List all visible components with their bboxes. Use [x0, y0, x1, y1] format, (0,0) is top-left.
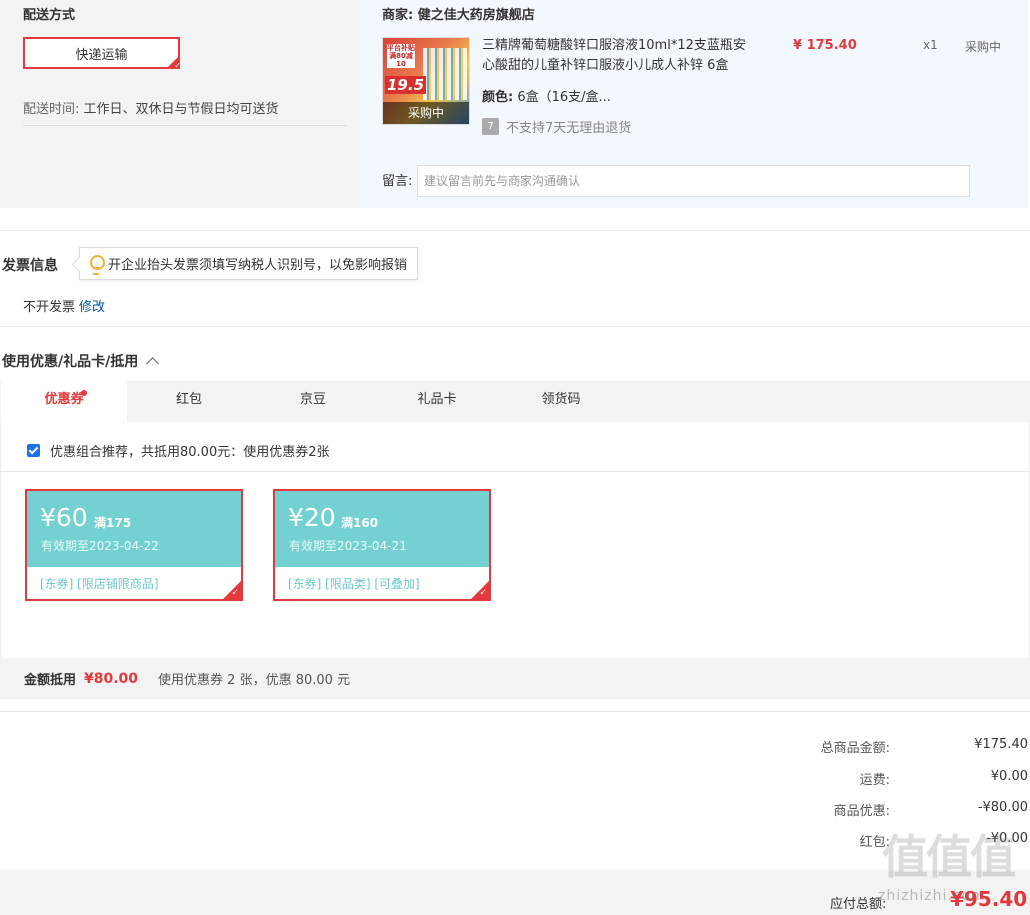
summary-row-discount: 商品优惠: -¥80.00: [700, 800, 1028, 820]
summary-label: 商品优惠:: [833, 804, 890, 819]
product-price: ¥ 175.40: [793, 38, 857, 53]
coupon-amount: ¥20: [288, 503, 336, 532]
product-image-price: 19.5: [385, 76, 427, 94]
shipping-section-label: 配送方式: [23, 8, 76, 23]
tab-pickup-code[interactable]: 领货码: [499, 381, 623, 422]
store-header: 商家: 健之佳大药房旗舰店: [382, 4, 535, 23]
recommend-combo-option[interactable]: 优惠组合推荐，共抵用80.00元：使用优惠券2张: [27, 441, 330, 460]
coupon-amount: ¥60: [40, 503, 88, 532]
coupon-card-header: ¥60 满175 有效期至2023-04-22: [27, 491, 241, 567]
summary-label: 总商品金额:: [820, 741, 890, 756]
shipping-time-value: 工作日、双休日与节假日均可送货: [83, 102, 279, 117]
invoice-value: 不开发票: [23, 300, 76, 315]
invoice-tip: 开企业抬头发票须填写纳税人识别号，以免影响报销: [79, 247, 418, 280]
summary-value: -¥80.00: [977, 800, 1028, 815]
store-name: 健之佳大药房旗舰店: [417, 8, 535, 23]
summary-value: ¥0.00: [990, 769, 1028, 784]
summary-row-goods: 总商品金额: ¥175.40: [700, 737, 1028, 757]
message-input[interactable]: [417, 165, 970, 197]
no-return-notice: 7 不支持7天无理由退货: [482, 117, 631, 136]
express-shipping-label: 快递运输: [75, 47, 128, 63]
discount-description: 使用优惠券 2 张，优惠 80.00 元: [158, 673, 351, 688]
product-image[interactable]: 平台补贴 满80减10 19.5 采购中: [382, 37, 470, 125]
tab-red-packet[interactable]: 红包: [127, 381, 251, 422]
summary-value: ¥175.40: [974, 737, 1028, 752]
check-icon: ✓: [231, 588, 239, 598]
total-value: ¥95.40: [950, 887, 1028, 911]
discount-summary-bar: 金额抵用 ¥80.00 使用优惠券 2 张，优惠 80.00 元: [0, 658, 1030, 699]
total-bar: 应付总额: ¥95.40: [0, 870, 1030, 915]
product-quantity: x1: [923, 38, 938, 52]
product-color-value: 6盒（16支/盒...: [517, 90, 611, 105]
coupon-section-title: 使用优惠/礼品卡/抵用: [2, 354, 139, 370]
divider: [0, 230, 1030, 231]
product-image-boxes: [423, 48, 467, 100]
tab-coupons[interactable]: 优惠券: [1, 381, 127, 422]
selected-check-icon: [166, 55, 181, 70]
divider: [23, 125, 347, 126]
discount-label: 金额抵用: [24, 673, 77, 688]
product-status: 采购中: [965, 40, 1002, 54]
summary-value: -¥0.00: [986, 831, 1028, 846]
coupon-validity: 有效期至2023-04-21: [289, 539, 407, 553]
coupon-tags: [东券] [限品类] [可叠加]: [288, 577, 420, 591]
invoice-tip-text: 开企业抬头发票须填写纳税人识别号，以免影响报销: [108, 258, 408, 273]
tab-gift-card[interactable]: 礼品卡: [375, 381, 499, 422]
product-color-label: 颜色:: [482, 90, 514, 105]
lightbulb-icon: [89, 255, 105, 275]
summary-label: 运费:: [859, 773, 890, 788]
shipping-time-label: 配送时间:: [23, 102, 80, 117]
invoice-title: 发票信息: [2, 258, 58, 274]
order-top-section: 配送方式 快递运输 配送时间: 工作日、双休日与节假日均可送货 商家: 健之佳大…: [0, 0, 1030, 208]
coupon-section-toggle[interactable]: 使用优惠/礼品卡/抵用: [2, 351, 160, 371]
store-label: 商家:: [382, 8, 414, 23]
divider: [0, 326, 1030, 327]
tab-coupons-label: 优惠券: [44, 392, 84, 407]
no-return-text: 不支持7天无理由退货: [506, 121, 632, 136]
coupon-tabs: 优惠券 红包 京豆 礼品卡 领货码: [0, 381, 1030, 422]
coupon-condition: 满160: [341, 516, 379, 530]
coupon-validity: 有效期至2023-04-22: [41, 539, 159, 553]
recommend-checkbox[interactable]: [27, 444, 40, 457]
discount-amount: ¥80.00: [84, 670, 139, 687]
shipping-panel: 配送方式 快递运输 配送时间: 工作日、双休日与节假日均可送货: [0, 0, 360, 208]
coupon-card[interactable]: ¥20 满160 有效期至2023-04-21 [东券] [限品类] [可叠加]…: [273, 489, 491, 601]
coupon-tags: [东券] [限店铺限商品]: [40, 577, 159, 591]
total-label: 应付总额:: [830, 897, 887, 912]
product-title-link[interactable]: 三精牌葡萄糖酸锌口服溶液10ml*12支蓝瓶安心酸甜的儿童补锌口服液小儿成人补锌…: [482, 36, 752, 76]
check-icon: ✓: [479, 588, 487, 598]
chevron-up-icon: [146, 357, 160, 370]
product-color: 颜色: 6盒（16支/盒...: [482, 86, 611, 105]
summary-row-shipping: 运费: ¥0.00: [700, 769, 1028, 789]
express-shipping-option[interactable]: 快递运输: [23, 37, 181, 70]
new-dot-icon: [81, 390, 87, 396]
message-label: 留言:: [382, 174, 413, 189]
divider: [0, 471, 1030, 472]
coupon-condition: 满175: [94, 516, 132, 530]
coupon-card-header: ¥20 满160 有效期至2023-04-21: [275, 491, 489, 567]
tab-jd-beans[interactable]: 京豆: [251, 381, 375, 422]
shipping-time: 配送时间: 工作日、双休日与节假日均可送货: [23, 98, 279, 117]
invoice-edit-link[interactable]: 修改: [79, 296, 105, 315]
recommend-text: 优惠组合推荐，共抵用80.00元：使用优惠券2张: [50, 445, 330, 460]
no-return-icon: 7: [482, 118, 499, 135]
summary-row-red-packet: 红包: -¥0.00: [700, 831, 1028, 851]
divider: [0, 711, 1030, 712]
product-image-status: 采购中: [383, 102, 469, 124]
summary-label: 红包:: [859, 835, 890, 850]
product-image-badge: 平台补贴 满80减10: [387, 44, 415, 68]
coupon-card[interactable]: ¥60 满175 有效期至2023-04-22 [东券] [限店铺限商品] ✓: [25, 489, 243, 601]
